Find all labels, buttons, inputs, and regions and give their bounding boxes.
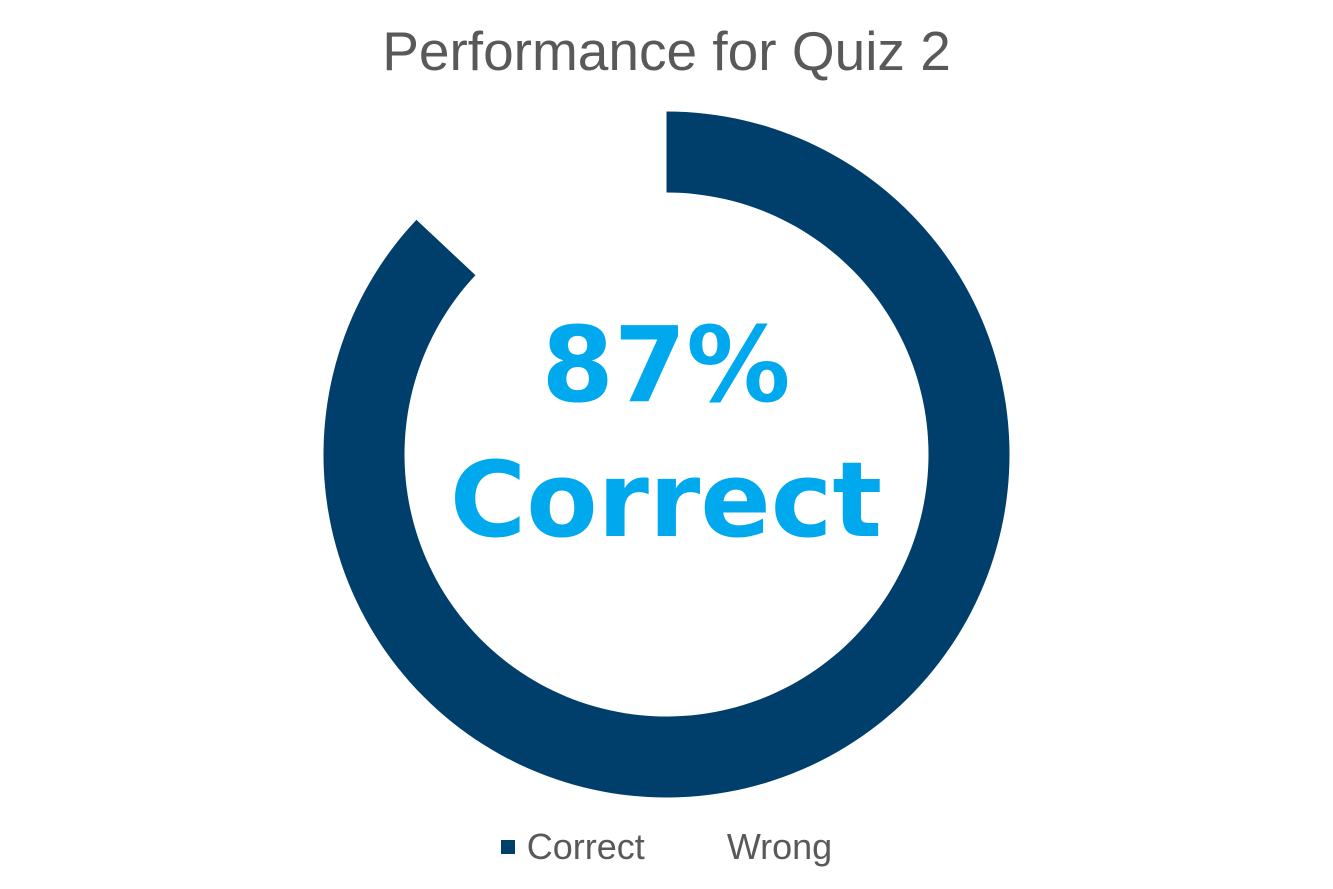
- center-value: 87%: [541, 304, 791, 426]
- legend-swatch-wrong: [700, 840, 715, 854]
- legend-item-wrong: Wrong: [700, 826, 833, 868]
- legend: Correct Wrong: [0, 826, 1333, 868]
- center-text: Correct: [449, 439, 883, 561]
- legend-swatch-correct: [500, 840, 515, 854]
- legend-label-correct: Correct: [526, 826, 645, 867]
- slice-wrong: [416, 111, 667, 276]
- legend-label-wrong: Wrong: [726, 826, 833, 867]
- legend-item-correct: Correct: [500, 826, 645, 868]
